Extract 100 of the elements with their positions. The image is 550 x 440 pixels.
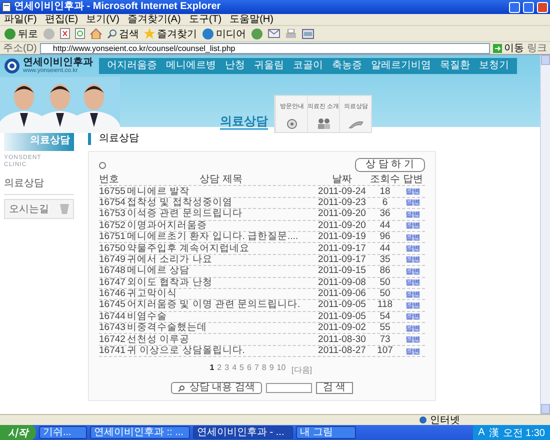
nav-link[interactable]: 메니에르병 [162,60,220,72]
menu-item[interactable]: 즐겨찾기(A) [127,14,181,25]
taskbar-button[interactable]: 기쉬... [39,426,87,439]
search-icon [107,28,117,38]
page-link[interactable]: 3 [224,363,230,378]
menu-item[interactable]: 편집(E) [44,14,78,25]
column-header: 날짜 [331,175,353,186]
post-title-link[interactable]: 귀고막이식 [127,289,315,300]
edit-icon[interactable] [302,28,314,38]
post-title-link[interactable]: 귀 이상으로 상담올립니다. [127,346,315,356]
post-title-link[interactable]: 약물주입후 계속어지럽네요 [127,244,315,254]
language-indicator[interactable]: A [478,427,485,438]
nav-link[interactable]: 귀울림 [250,60,288,72]
search-button[interactable]: 검색 [107,26,139,40]
nav-link[interactable]: 코골이 [289,60,327,72]
post-title-link[interactable]: 선천성 이루공 [127,334,315,345]
taskbar-button[interactable]: 연세이비인후과 :: ... [90,426,190,439]
directions-link[interactable]: 오시는길 [4,199,74,219]
post-title-link[interactable]: 비중격수술했는데 [127,323,315,334]
cup-icon [60,203,69,215]
back-button[interactable]: 뒤로 [4,26,38,40]
table-cell-text: 36 [378,209,392,220]
search-type-button[interactable]: 상담 내용 검색 [171,382,262,394]
table-cell-text: 54 [378,312,392,322]
minimize-button[interactable] [509,2,520,12]
language-indicator[interactable]: 漢 [488,426,499,440]
window-title: 연세이비인후과 - Microsoft Internet Explorer [14,1,222,13]
post-title-link[interactable]: 메니에르 발작 [127,186,315,197]
mail-icon[interactable] [268,29,280,38]
page-heading: 의료상담 [88,133,532,145]
table-cell-text: 16752 [99,220,126,231]
page-link[interactable]: 1 [210,363,214,378]
close-button[interactable] [537,2,548,12]
post-title-link[interactable]: 이석증 관련 문의드립니다 [127,209,315,220]
post-title-link[interactable]: 외이도 협착과 난청 [127,278,315,288]
taskbar-button[interactable]: 연세이비인후과 - ... [193,426,293,439]
page-link[interactable]: 2 [217,363,222,378]
page-link[interactable]: 9 [269,363,274,378]
home-icon[interactable] [90,28,102,39]
page-link[interactable]: 10 [276,363,286,378]
menu-item[interactable]: 파일(F) [4,14,37,25]
next-page-link[interactable]: [다음] [291,364,312,376]
media-button[interactable]: 미디어 [202,26,246,40]
maximize-button[interactable] [523,2,534,12]
search-submit-button[interactable]: 검 색 [316,382,353,394]
nav-link[interactable]: 알레르기비염 [367,60,435,72]
start-button[interactable]: 시작 [0,425,36,440]
site-logo[interactable]: 연세이비인후과 [23,57,93,68]
phone-icon [348,120,364,129]
nav-link[interactable]: 축농증 [328,60,366,72]
page-link[interactable]: 5 [240,363,244,378]
post-title-link[interactable]: 어지러움증 및 이명 관련 문의드립니다. [127,300,315,310]
table-cell-text: 2011-09-15 [317,266,367,276]
table-cell-text: 55 [378,323,392,334]
page-link[interactable]: 8 [262,363,266,378]
refresh-icon[interactable] [75,28,85,39]
links-label[interactable]: 링크 [527,41,547,55]
table-cell-text: 2011-09-20 [317,209,367,220]
taskbar-button[interactable]: 내 그림 [296,426,356,439]
column-header: 번호 [99,175,120,186]
post-title-link[interactable]: 귀에서 소리가 나요 [127,254,315,265]
table-cell-text: 86 [378,266,392,276]
post-title-link[interactable]: 메니에르초기 환자 입니다. 급한질문.... [127,232,315,242]
menu-item[interactable]: 도구(T) [188,14,222,25]
post-title-link[interactable]: 접착성 및 접착성중이염 [127,198,315,208]
post-title-link[interactable]: 이명과어지러움증 [127,220,315,231]
post-title-link[interactable]: 비염수술 [127,312,315,322]
table-cell-text: 16747 [99,278,126,288]
table-cell-text: 16746 [99,289,126,300]
table-cell-text: 16741 [99,346,126,356]
table-cell-text: 2011-09-17 [317,254,367,265]
go-button[interactable]: 이동 [493,41,524,55]
write-counsel-button[interactable]: 상 담 하 기 [354,158,425,172]
favorites-button[interactable]: 즐겨찾기 [144,26,197,40]
print-icon[interactable] [285,28,297,38]
stop-icon[interactable] [60,28,70,39]
nav-link[interactable]: 어지러움증 [103,60,161,72]
sidebar-item[interactable]: 의료상담 [4,173,74,195]
table-cell-text: 2011-09-19 [317,232,367,242]
scroll-bar[interactable] [540,55,550,414]
search-field[interactable] [266,383,312,394]
logo-icon [4,58,20,74]
people-icon [316,118,330,130]
table-cell-text: 16755 [99,186,126,197]
nav-link[interactable]: 보청기 [475,60,513,72]
page-link[interactable]: 6 [246,363,252,378]
menu-item[interactable]: 보기(V) [86,14,120,25]
nav-link[interactable]: 목질환 [436,60,474,72]
table-cell-text: 16744 [99,312,126,322]
table-cell-text: 2011-08-30 [317,334,367,345]
address-field[interactable]: http://www.yonseient.co.kr/counsel/counsel_list.php [40,42,490,54]
post-title-link[interactable]: 메니에르 상담 [127,266,315,276]
table-cell-text: 2011-09-23 [317,198,367,208]
table-cell-text: 16753 [99,209,126,220]
menu-item[interactable]: 도움말(H) [230,14,274,25]
table-cell-text: 35 [378,254,392,265]
page-link[interactable]: 4 [232,363,237,378]
table-cell-text: 2011-09-17 [317,244,367,254]
page-link[interactable]: 7 [254,363,259,378]
nav-link[interactable]: 난청 [221,60,249,72]
